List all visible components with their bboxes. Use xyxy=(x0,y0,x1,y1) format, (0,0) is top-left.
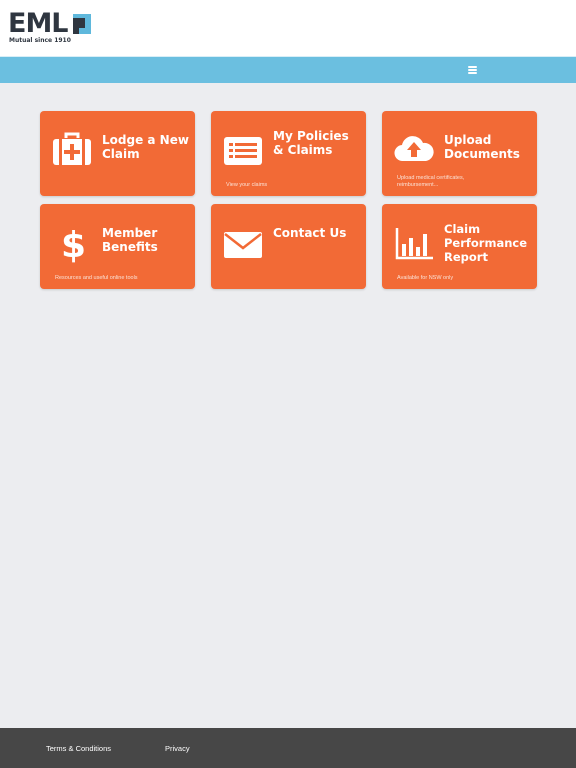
privacy-link[interactable]: Privacy xyxy=(165,744,190,753)
bar-chart-icon xyxy=(395,228,433,260)
header: EML Mutual since 1910 xyxy=(0,0,576,56)
cloud-upload-icon xyxy=(394,136,434,162)
envelope-icon xyxy=(224,232,262,258)
tile-title: Upload Documents xyxy=(444,133,520,161)
eml-logo[interactable]: EML Mutual since 1910 xyxy=(8,8,98,50)
logo-tagline: Mutual since 1910 xyxy=(9,37,71,44)
logo-text: EML xyxy=(8,8,69,39)
hamburger-menu-button[interactable] xyxy=(466,63,480,77)
terms-link[interactable]: Terms & Conditions xyxy=(46,744,111,753)
tile-member-benefits[interactable]: $ Member Benefits Resources and useful o… xyxy=(40,204,195,289)
tile-description: Upload medical certificates, reimburseme… xyxy=(397,175,465,188)
tile-title: Claim Performance Report xyxy=(444,222,528,264)
tile-description: View your claims xyxy=(226,182,268,188)
tile-title: Contact Us xyxy=(273,226,347,240)
first-aid-kit-icon xyxy=(53,132,91,165)
tile-title: Lodge a New Claim xyxy=(102,133,189,161)
tile-upload-documents[interactable]: Upload Documents Upload medical certific… xyxy=(382,111,537,196)
tile-my-policies-claims[interactable]: My Policies & Claims View your claims xyxy=(211,111,366,196)
tile-title: My Policies & Claims xyxy=(273,129,349,157)
tile-contact-us[interactable]: Contact Us xyxy=(211,204,366,289)
dollar-icon: $ xyxy=(61,225,86,264)
tile-claim-performance-report[interactable]: Claim Performance Report Available for N… xyxy=(382,204,537,289)
tile-lodge-new-claim[interactable]: Lodge a New Claim xyxy=(40,111,195,196)
tile-description: Available for NSW only xyxy=(397,275,454,281)
svg-text:$: $ xyxy=(61,225,86,264)
footer: Terms & Conditions Privacy xyxy=(0,728,576,768)
list-card-icon xyxy=(224,137,262,165)
tile-title: Member Benefits xyxy=(102,226,158,254)
logo-mark-icon xyxy=(73,14,91,34)
tile-description: Resources and useful online tools xyxy=(55,275,138,281)
navbar xyxy=(0,56,576,83)
